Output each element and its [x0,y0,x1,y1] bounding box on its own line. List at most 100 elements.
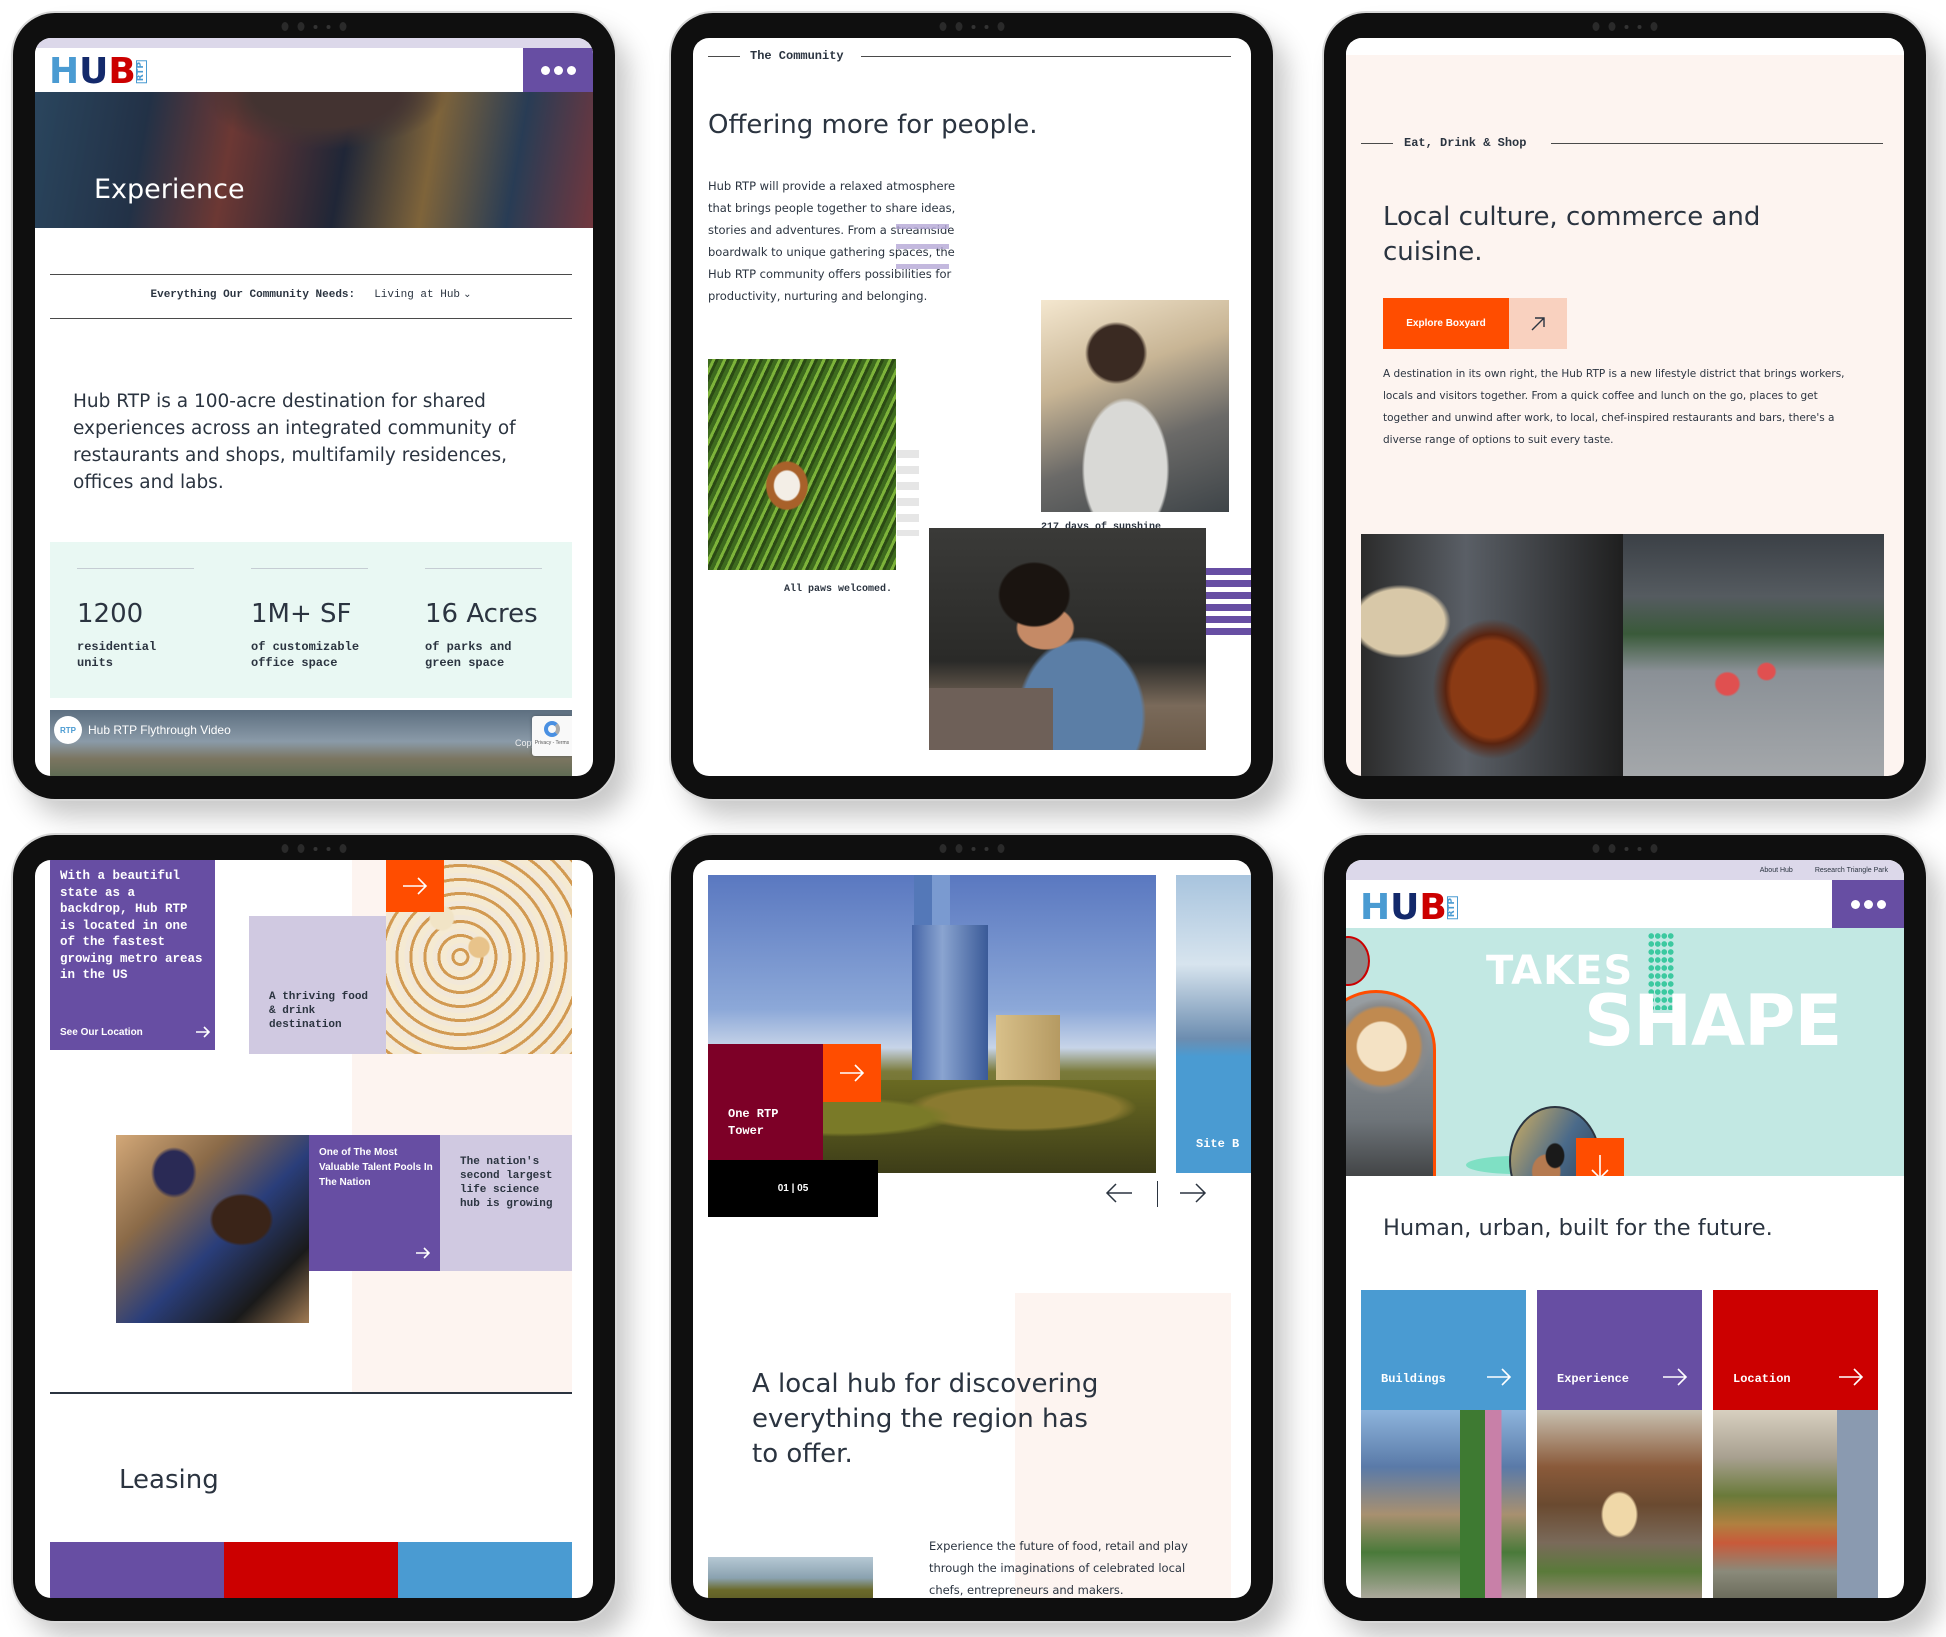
leasing-heading: Leasing [119,1465,219,1495]
divider [50,1392,572,1394]
food-arrow-button[interactable] [386,860,444,912]
smiling-person-photo [929,528,1206,750]
arrow-down-icon [1591,1155,1609,1176]
utility-link-about[interactable]: About Hub [1760,867,1793,874]
screen-buildings-slider: One RTP Tower 01 | 05 Site B A local hub… [693,860,1251,1598]
talent-card[interactable]: One of The Most Valuable Talent Pools In… [309,1135,440,1271]
slider-prev-button[interactable] [1105,1183,1133,1208]
nav-card-location[interactable]: Location [1713,1290,1878,1598]
slide-counter-text: 01 | 05 [777,1183,809,1194]
screen-experience: HUB RTP Experience Everything Our Commun… [35,38,593,776]
section-heading: Local culture, commerce and cuisine. [1383,202,1761,267]
stat-label: residential units [77,640,157,670]
divider [50,274,572,275]
arrow-right-icon [1180,1183,1207,1203]
nav-card-label: Location [1733,1372,1791,1386]
hub-rtp-logo[interactable]: HUB RTP [49,54,147,90]
eyebrow-rule-right [1551,143,1883,144]
arrow-right-icon [196,1026,210,1038]
flythrough-video[interactable]: RTP Hub RTP Flythrough Video Copy Privac… [50,710,572,776]
recaptcha-icon [544,721,560,737]
menu-button[interactable] [523,48,593,92]
explore-boxyard-button[interactable]: Explore Boxyard [1383,298,1567,349]
slide-arrow-button[interactable] [823,1044,881,1102]
slider-next-button[interactable] [1179,1183,1207,1208]
buildings-photo [1361,1410,1526,1598]
arrow-right-icon [840,1064,865,1082]
utility-link-rtp[interactable]: Research Triangle Park [1815,867,1888,874]
nav-card-buildings[interactable]: Buildings [1361,1290,1526,1598]
stats-panel: 1200 residential units 1M+ SF of customi… [50,542,572,698]
woman-sunglasses-photo [1041,300,1229,512]
menu-dot-icon [540,65,550,75]
utility-bar: About Hub Research Triangle Park [1346,860,1904,880]
community-filter[interactable]: Everything Our Community Needs: Living a… [50,288,572,301]
section-heading: Human, urban, built for the future. [1383,1215,1773,1241]
camera-icon [281,844,347,853]
hero-image: Experience [35,92,593,228]
stat-label: of customizable office space [251,640,360,670]
section-body: A destination in its own right, the Hub … [1383,368,1845,446]
recaptcha-text: Privacy - Terms [534,740,570,746]
leasing-tile-red[interactable] [224,1542,398,1598]
arrow-right-icon [1663,1368,1688,1386]
boxyard-photo [1623,534,1884,776]
hub-rtp-logo[interactable]: HUB RTP [1360,890,1458,926]
stat-item: 1200 residential units [77,568,194,671]
tablet-community: The Community Offering more for people. … [671,13,1273,799]
dog-photo [708,359,896,570]
camera-icon [281,22,347,31]
stat-value: 16 Acres [425,599,538,629]
logo-rtp-badge: RTP [135,60,147,84]
location-card[interactable]: With a beautiful state as a backdrop, Hu… [50,860,215,1050]
intro-text: Hub RTP is a 100-acre destination for sh… [73,391,516,493]
section-heading: Offering more for people. [708,110,1038,140]
talent-photo [116,1135,309,1323]
highlight-stripes [896,209,949,275]
channel-avatar: RTP [54,716,82,744]
food-card-text: A thriving food & drink destination [269,991,369,1031]
see-our-location-link[interactable]: See Our Location [60,1026,210,1038]
stat-value: 1200 [77,599,144,629]
nav-card-label: Buildings [1381,1372,1446,1386]
leasing-tile-purple[interactable] [50,1542,224,1598]
menu-button[interactable] [1832,880,1904,928]
screen-location: With a beautiful state as a backdrop, Hu… [35,860,593,1598]
video-title[interactable]: Hub RTP Flythrough Video [88,723,231,737]
menu-dot-icon [566,65,576,75]
logo-letter-u: U [1390,887,1419,928]
slide-counter: 01 | 05 [708,1160,878,1217]
logo-letter-b: B [1419,887,1446,928]
food-card: A thriving food & drink destination [249,916,386,1054]
menu-dot-icon [1850,899,1860,909]
eyebrow-rule-left [1361,143,1393,144]
leasing-tile-blue[interactable] [398,1542,572,1598]
arrow-right-icon [1839,1368,1864,1386]
arrow-right-icon [1487,1368,1512,1386]
tablet-experience: HUB RTP Experience Everything Our Commun… [13,13,615,799]
eyebrow-rule-left [708,56,740,57]
screen-eat-drink-shop: Eat, Drink & Shop Local culture, commerc… [1346,38,1904,776]
leasing-tiles [50,1542,572,1598]
tablet-home: About Hub Research Triangle Park HUB RTP… [1324,835,1926,1621]
tablet-eat-drink-shop: Eat, Drink & Shop Local culture, commerc… [1324,13,1926,799]
menu-dot-icon [1863,899,1873,909]
talent-card-text: One of The Most Valuable Talent Pools In… [319,1147,433,1188]
menu-dot-icon [1876,899,1886,909]
slide-title-card[interactable]: One RTP Tower [708,1044,823,1160]
logo-letter-b: B [108,51,135,92]
logo-rtp-badge: RTP [1446,896,1458,920]
coffee-circle-photo [1346,936,1370,986]
scroll-down-button[interactable] [1576,1138,1624,1176]
grey-stripes [897,450,919,536]
nav-card-experience[interactable]: Experience [1537,1290,1702,1598]
stat-item: 1M+ SF of customizable office space [251,568,368,671]
section-eyebrow: Eat, Drink & Shop [1404,136,1527,150]
see-our-location-label: See Our Location [60,1026,143,1038]
section-body: Experience the future of food, retail an… [929,1539,1188,1597]
tablet-location: With a beautiful state as a backdrop, Hu… [13,835,615,1621]
site-header: HUB RTP [35,48,593,92]
filter-value[interactable]: Living at Hub [374,289,460,301]
next-slide-photo[interactable]: Site B [1176,875,1251,1173]
science-card-text: The nation's second largest life science… [460,1156,553,1210]
